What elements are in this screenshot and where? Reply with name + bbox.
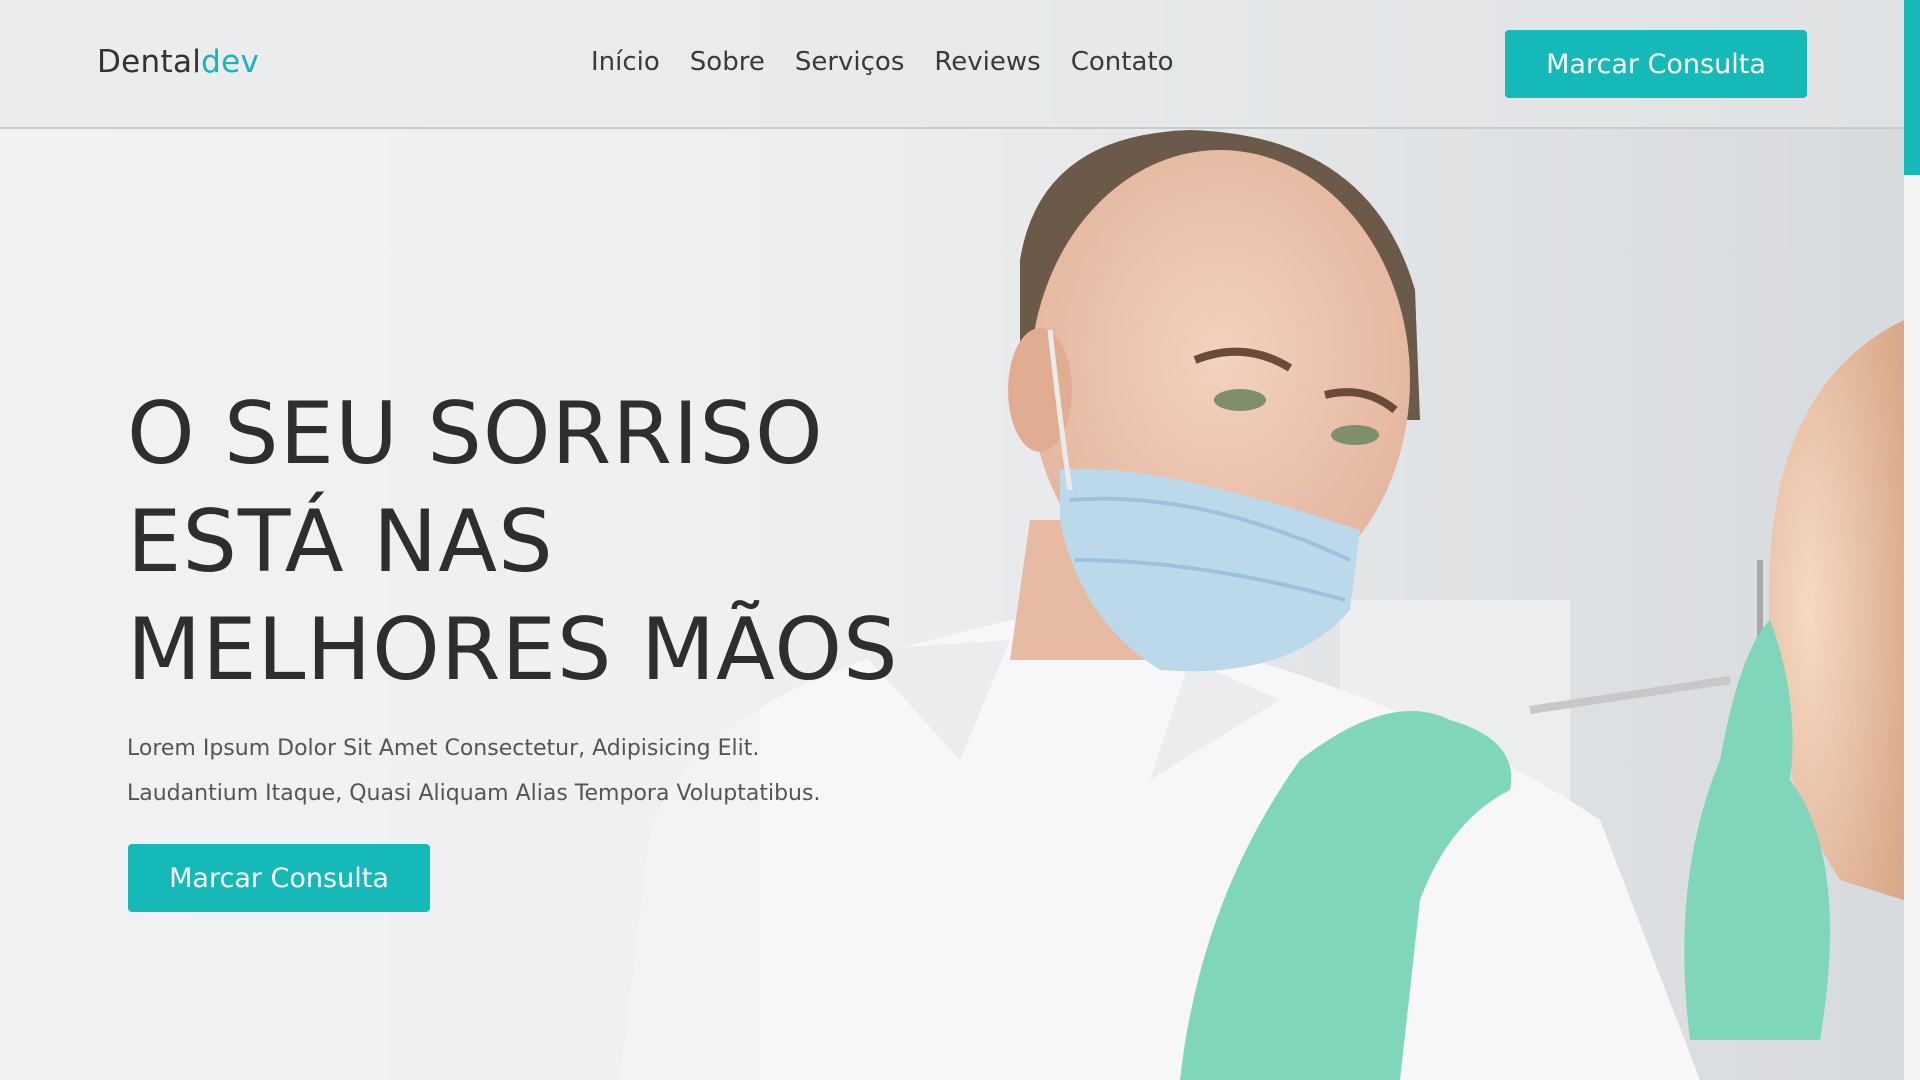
nav-link-servicos[interactable]: Serviços bbox=[795, 47, 905, 77]
hero-book-appointment-button[interactable]: Marcar Consulta bbox=[128, 844, 430, 912]
logo-text-dental: Dental bbox=[97, 44, 202, 80]
nav-link-sobre[interactable]: Sobre bbox=[690, 47, 765, 77]
site-header: Dentaldev Início Sobre Serviços Reviews … bbox=[0, 0, 1904, 129]
scrollbar-thumb[interactable] bbox=[1904, 0, 1920, 175]
hero-title-line: ESTÁ NAS bbox=[127, 492, 554, 592]
hero-subtitle: Lorem Ipsum Dolor Sit Amet Consectetur, … bbox=[127, 726, 907, 816]
logo[interactable]: Dentaldev bbox=[97, 44, 259, 80]
hero-subtitle-line: Laudantium Itaque, Quasi Aliquam Alias T… bbox=[127, 781, 821, 806]
header-book-appointment-button[interactable]: Marcar Consulta bbox=[1505, 30, 1807, 98]
nav-link-reviews[interactable]: Reviews bbox=[934, 47, 1040, 77]
logo-text-dev: dev bbox=[201, 44, 260, 80]
nav-link-inicio[interactable]: Início bbox=[591, 47, 660, 77]
hero-title: O SEU SORRISO ESTÁ NAS MELHORES MÃOS bbox=[127, 380, 947, 704]
landing-page: Dentaldev Início Sobre Serviços Reviews … bbox=[0, 0, 1920, 1080]
main-nav: Início Sobre Serviços Reviews Contato bbox=[591, 47, 1203, 77]
hero-title-line: MELHORES MÃOS bbox=[127, 600, 899, 700]
hero-title-line: O SEU SORRISO bbox=[127, 384, 824, 484]
nav-link-contato[interactable]: Contato bbox=[1071, 47, 1174, 77]
hero-subtitle-line: Lorem Ipsum Dolor Sit Amet Consectetur, … bbox=[127, 736, 760, 761]
